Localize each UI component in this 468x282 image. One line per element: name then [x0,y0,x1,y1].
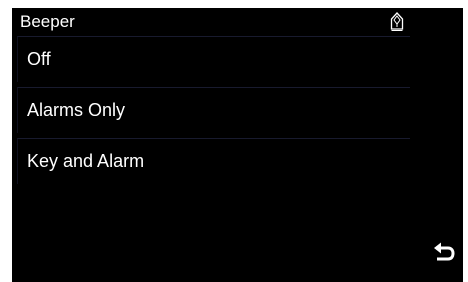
page-title: Beeper [20,12,75,31]
menu-item-label: Alarms Only [27,100,126,120]
back-button[interactable] [432,240,456,264]
menu-item-alarms-only[interactable]: Alarms Only [17,87,410,133]
menu-item-label: Off [27,49,51,69]
pump-lock-icon [390,12,404,32]
menu-item-key-and-alarm[interactable]: Key and Alarm [17,138,410,184]
back-arrow-icon [432,242,456,268]
menu-item-label: Key and Alarm [27,151,145,171]
title-bar: Beeper [12,8,463,35]
menu-item-off[interactable]: Off [17,36,410,82]
device-screen: Beeper Off Alarms Only Key and Alarm [12,8,463,282]
